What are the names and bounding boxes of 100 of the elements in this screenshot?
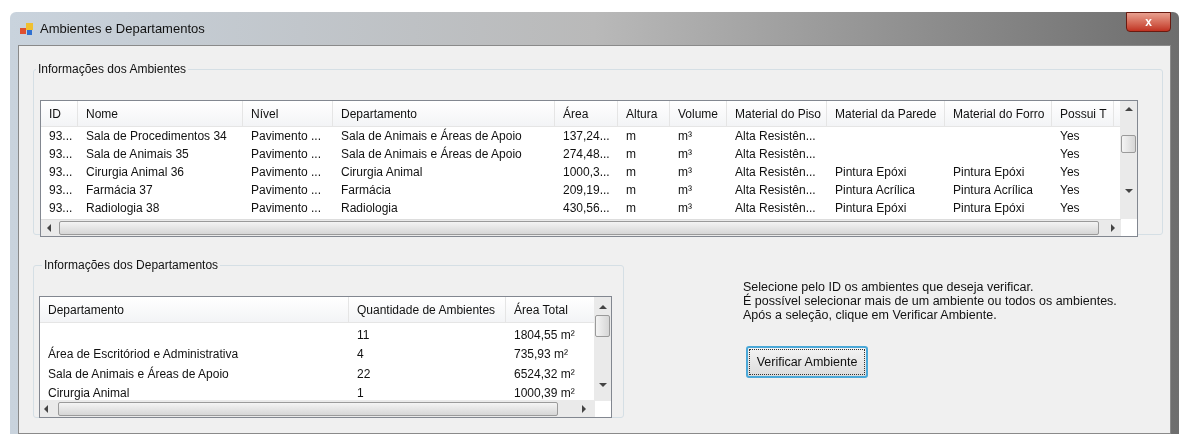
- table-cell: 137,24...: [563, 129, 610, 143]
- table-cell: m³: [678, 147, 692, 161]
- horizontal-scrollbar[interactable]: [40, 400, 595, 417]
- table-cell: m: [626, 147, 636, 161]
- group-title: Informações dos Departamentos: [43, 257, 220, 274]
- table-cell: m: [626, 201, 636, 215]
- column-header[interactable]: ID: [49, 104, 61, 123]
- close-button[interactable]: x: [1126, 12, 1171, 32]
- group-title: Informações dos Ambientes: [37, 61, 188, 78]
- scroll-thumb[interactable]: [58, 401, 558, 416]
- table-cell: Yes: [1060, 201, 1080, 215]
- scroll-right-icon[interactable]: [1111, 224, 1115, 232]
- column-header[interactable]: Nome: [86, 104, 118, 123]
- scroll-left-icon[interactable]: [47, 224, 51, 232]
- scroll-down-icon[interactable]: [1124, 189, 1133, 193]
- table-cell: Cirurgia Animal 36: [86, 165, 185, 179]
- table-cell: 1: [357, 386, 364, 401]
- table-cell: Pintura Acrílica: [953, 183, 1034, 197]
- table-cell: 4: [357, 347, 364, 362]
- table-cell: Sala de Animais e Áreas de Apoio: [341, 129, 522, 143]
- column-header[interactable]: Material do Forro: [953, 104, 1045, 123]
- table-cell: Pavimento ...: [251, 201, 322, 215]
- table-cell: Sala de Procedimentos 34: [86, 129, 227, 143]
- table-cell: m: [626, 165, 636, 179]
- table-cell: 93...: [49, 183, 73, 197]
- scroll-left-icon[interactable]: [44, 404, 48, 413]
- table-cell: Yes: [1060, 165, 1080, 179]
- table-cell: Yes: [1060, 183, 1080, 197]
- scroll-right-icon[interactable]: [582, 404, 586, 413]
- table-cell: Cirurgia Animal: [341, 165, 423, 179]
- table-cell: Pintura Epóxi: [953, 201, 1025, 215]
- table-cell: Pintura Acrílica: [835, 183, 916, 197]
- table-cell: Pintura Epóxi: [835, 165, 907, 179]
- horizontal-scrollbar[interactable]: [41, 219, 1121, 236]
- table-cell: Yes: [1060, 129, 1080, 143]
- table-cell: Alta Resistên...: [735, 183, 816, 197]
- table-cell: 1804,55 m²: [514, 327, 575, 342]
- table-cell: m³: [678, 183, 692, 197]
- table-cell: 735,93 m²: [514, 347, 569, 362]
- table-cell: Farmácia 37: [86, 183, 153, 197]
- table-cell: m³: [678, 129, 692, 143]
- table-cell: Alta Resistên...: [735, 129, 816, 143]
- column-header[interactable]: Área Total: [514, 300, 568, 319]
- scroll-thumb[interactable]: [59, 221, 1099, 235]
- table-cell: Alta Resistên...: [735, 201, 816, 215]
- table-cell: Yes: [1060, 147, 1080, 161]
- window-title: Ambientes e Departamentos: [40, 19, 205, 38]
- table-cell: m³: [678, 201, 692, 215]
- table-cell: Pavimento ...: [251, 183, 322, 197]
- table-cell: 93...: [49, 129, 73, 143]
- column-header[interactable]: Departamento: [341, 104, 418, 123]
- table-cell: Farmácia: [341, 183, 391, 197]
- table-cell: m³: [678, 165, 692, 179]
- table-cell: m: [626, 183, 636, 197]
- column-header[interactable]: Nível: [251, 104, 279, 123]
- column-header[interactable]: Área: [563, 104, 589, 123]
- table-cell: Pavimento ...: [251, 129, 322, 143]
- table-cell: 22: [357, 366, 371, 381]
- column-header[interactable]: Altura: [626, 104, 658, 123]
- scroll-thumb[interactable]: [595, 315, 610, 337]
- table-cell: Alta Resistên...: [735, 165, 816, 179]
- table-cell: Radiologia 38: [86, 201, 160, 215]
- table-cell: 93...: [49, 165, 73, 179]
- table-cell: Pavimento ...: [251, 165, 322, 179]
- table-cell: Sala de Animais 35: [86, 147, 189, 161]
- table-cell: Cirurgia Animal: [48, 386, 130, 401]
- table-cell: Sala de Animais e Áreas de Apoio: [48, 366, 229, 381]
- table-cell: Radiologia: [341, 201, 398, 215]
- scroll-thumb[interactable]: [1121, 135, 1136, 153]
- column-header[interactable]: Material do Piso: [735, 104, 822, 123]
- table-cell: 93...: [49, 147, 73, 161]
- table-cell: 1000,39 m²: [514, 386, 575, 401]
- table-cell: 274,48...: [563, 147, 610, 161]
- column-header[interactable]: Possui T: [1060, 104, 1107, 123]
- table-cell: Pintura Epóxi: [953, 165, 1025, 179]
- table-cell: 430,56...: [563, 201, 610, 215]
- table-cell: 93...: [49, 201, 73, 215]
- table-cell: Alta Resistên...: [735, 147, 816, 161]
- table-cell: Área de Escritóriod e Administrativa: [48, 347, 239, 362]
- scroll-down-icon[interactable]: [598, 383, 607, 387]
- column-header[interactable]: Volume: [678, 104, 719, 123]
- table-cell: 11: [357, 327, 370, 342]
- column-header[interactable]: Material da Parede: [835, 104, 937, 123]
- column-header[interactable]: Quantidade de Ambientes: [357, 300, 496, 319]
- column-header[interactable]: Departamento: [48, 300, 125, 319]
- table-cell: Pavimento ...: [251, 147, 322, 161]
- table-cell: m: [626, 129, 636, 143]
- vertical-scrollbar[interactable]: [594, 297, 611, 401]
- instruction-text: É possível selecionar mais de um ambiente ou todos os ambientes.: [743, 294, 1117, 308]
- app-icon: [20, 21, 34, 36]
- instruction-text: Selecione pelo ID os ambientes que deseja verificar.: [743, 280, 1035, 294]
- table-cell: 209,19...: [563, 183, 610, 197]
- table-cell: Pintura Epóxi: [835, 201, 907, 215]
- scroll-up-icon[interactable]: [598, 305, 607, 309]
- vertical-scrollbar[interactable]: [1120, 101, 1137, 219]
- verify-button[interactable]: Verificar Ambiente: [746, 346, 868, 378]
- table-cell: 1000,3...: [563, 165, 610, 179]
- scroll-up-icon[interactable]: [1124, 107, 1133, 111]
- table-cell: 6524,32 m²: [514, 366, 575, 381]
- table-cell: Sala de Animais e Áreas de Apoio: [341, 147, 522, 161]
